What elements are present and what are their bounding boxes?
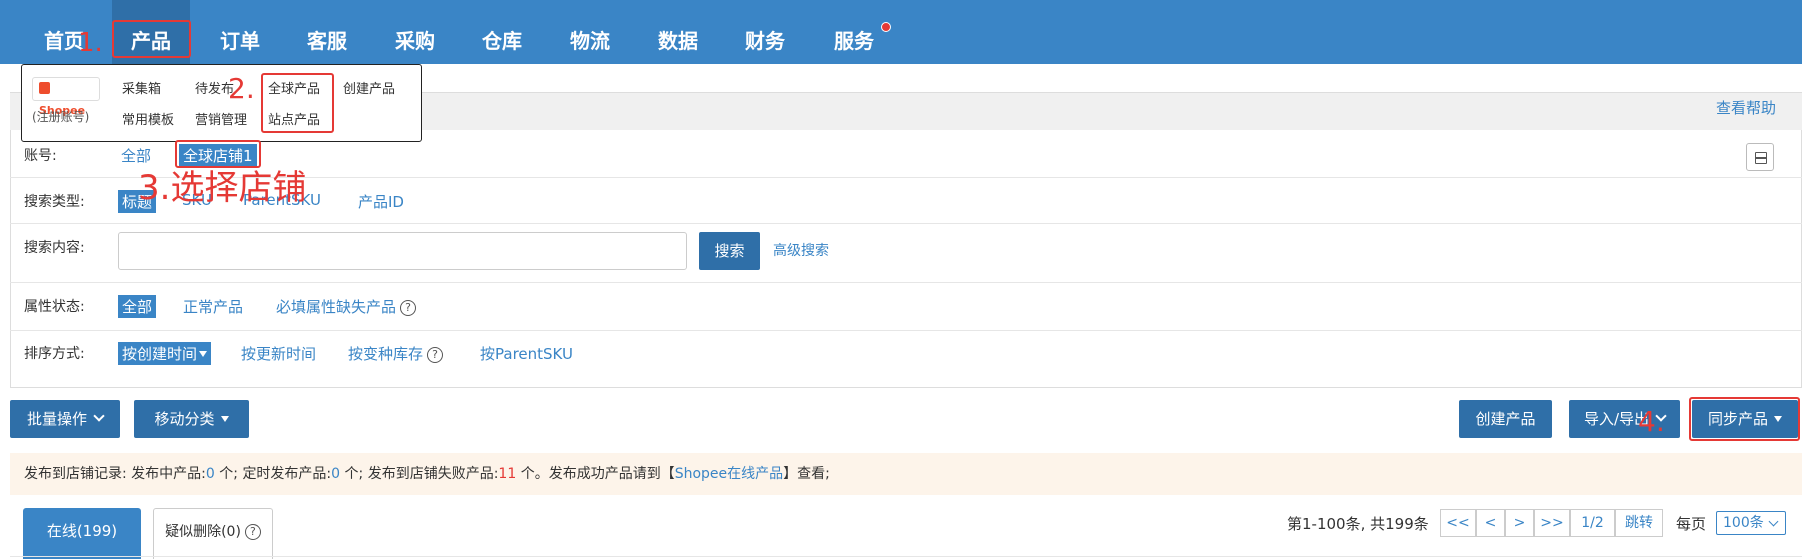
- next-page-button[interactable]: >: [1505, 509, 1534, 537]
- shopee-online-products-link[interactable]: Shopee在线产品: [675, 466, 783, 482]
- scheduled-count[interactable]: 0: [331, 466, 340, 482]
- nav-warehouse[interactable]: 仓库: [482, 0, 522, 64]
- first-page-button[interactable]: <<: [1440, 509, 1476, 537]
- sort-by-created[interactable]: 按创建时间: [118, 342, 212, 365]
- product-management-page: 首页 产品 订单 客服 采购 仓库 物流 数据 财务 服务 查看帮助 Shope…: [0, 0, 1802, 559]
- help-icon[interactable]: ?: [244, 524, 261, 540]
- menu-site-products[interactable]: 站点产品: [268, 109, 320, 128]
- tab-baseline: [10, 556, 1802, 557]
- sort-label: 排序方式:: [24, 346, 85, 362]
- nav-orders[interactable]: 订单: [220, 0, 260, 64]
- shopee-bag-icon: [39, 82, 50, 94]
- create-product-button[interactable]: 创建产品: [1459, 400, 1552, 438]
- shopee-logo[interactable]: Shopee: [32, 77, 100, 117]
- pagination-summary: 第1-100条, 共199条: [1287, 515, 1429, 533]
- sort-by-parentsku[interactable]: 按ParentSKU: [480, 343, 573, 364]
- menu-global-products[interactable]: 全球产品: [268, 78, 320, 97]
- sort-by-updated[interactable]: 按更新时间: [241, 343, 316, 364]
- advanced-search-link[interactable]: 高级搜索: [773, 240, 829, 260]
- nav-data[interactable]: 数据: [658, 0, 698, 64]
- nav-products[interactable]: 产品: [112, 0, 190, 64]
- products-dropdown-menu: Shopee (注册账号) 采集箱 待发布 全球产品 创建产品 常用模板 营销管…: [21, 64, 422, 142]
- per-page-select[interactable]: 100条: [1716, 511, 1786, 535]
- help-icon[interactable]: ?: [400, 300, 417, 316]
- nav-customer-service[interactable]: 客服: [307, 0, 347, 64]
- row-divider: [10, 223, 1802, 224]
- attr-status-all[interactable]: 全部: [118, 295, 157, 318]
- menu-marketing[interactable]: 营销管理: [195, 109, 247, 128]
- row-divider: [10, 330, 1802, 331]
- annotation-step-1: 1.: [78, 28, 103, 58]
- per-page-label: 每页: [1676, 515, 1707, 533]
- attr-status-normal[interactable]: 正常产品: [183, 296, 243, 317]
- jump-button[interactable]: 跳转: [1615, 509, 1663, 537]
- failed-count[interactable]: 11: [498, 466, 516, 482]
- menu-common-templates[interactable]: 常用模板: [122, 109, 174, 128]
- account-label: 账号:: [24, 148, 57, 164]
- page-indicator[interactable]: 1/2: [1570, 509, 1615, 537]
- search-button[interactable]: 搜索: [699, 232, 760, 270]
- caret-down-icon: [1774, 416, 1782, 422]
- menu-create-product[interactable]: 创建产品: [343, 78, 395, 97]
- prev-page-button[interactable]: <: [1476, 509, 1505, 537]
- nav-finance[interactable]: 财务: [745, 0, 785, 64]
- row-divider: [10, 282, 1802, 283]
- move-category-button[interactable]: 移动分类: [134, 400, 249, 438]
- collapse-panel-icon[interactable]: [1746, 143, 1774, 171]
- tab-online[interactable]: 在线(199): [23, 508, 141, 559]
- caret-down-icon: [199, 351, 208, 357]
- help-icon[interactable]: ?: [427, 347, 444, 363]
- annotation-step-2: 2.: [228, 72, 255, 105]
- sort-by-variant-stock[interactable]: 按变种库存?: [348, 343, 444, 364]
- annotation-step-3: 3.选择店铺: [138, 168, 307, 208]
- sync-products-button[interactable]: 同步产品: [1692, 400, 1798, 438]
- caret-down-icon: [220, 416, 229, 422]
- attribute-status-label: 属性状态:: [24, 299, 85, 315]
- tab-suspected-deleted[interactable]: 疑似删除(0)?: [153, 508, 273, 559]
- batch-operations-button[interactable]: 批量操作: [10, 400, 120, 438]
- nav-logistics[interactable]: 物流: [570, 0, 610, 64]
- publishing-count[interactable]: 0: [206, 466, 215, 482]
- publish-record-info: 发布到店铺记录: 发布中产品:0 个; 定时发布产品:0 个; 发布到店铺失败产…: [10, 453, 1802, 495]
- search-type-product-id[interactable]: 产品ID: [358, 191, 404, 212]
- chevron-down-icon: [93, 410, 105, 422]
- nav-services[interactable]: 服务: [834, 0, 874, 64]
- annotation-step-4: 4.: [1638, 405, 1665, 438]
- last-page-button[interactable]: >>: [1534, 509, 1570, 537]
- register-account-link[interactable]: (注册账号): [32, 108, 89, 125]
- top-nav: 首页 产品 订单 客服 采购 仓库 物流 数据 财务 服务: [0, 0, 1802, 64]
- view-help-link[interactable]: 查看帮助: [1716, 97, 1776, 118]
- attr-status-missing-required[interactable]: 必填属性缺失产品?: [276, 296, 417, 317]
- search-content-label: 搜索内容:: [24, 240, 85, 256]
- menu-collect-box[interactable]: 采集箱: [122, 78, 161, 97]
- search-type-label: 搜索类型:: [24, 194, 85, 210]
- nav-purchasing[interactable]: 采购: [395, 0, 435, 64]
- notification-dot: [881, 22, 891, 32]
- search-input[interactable]: [118, 232, 687, 270]
